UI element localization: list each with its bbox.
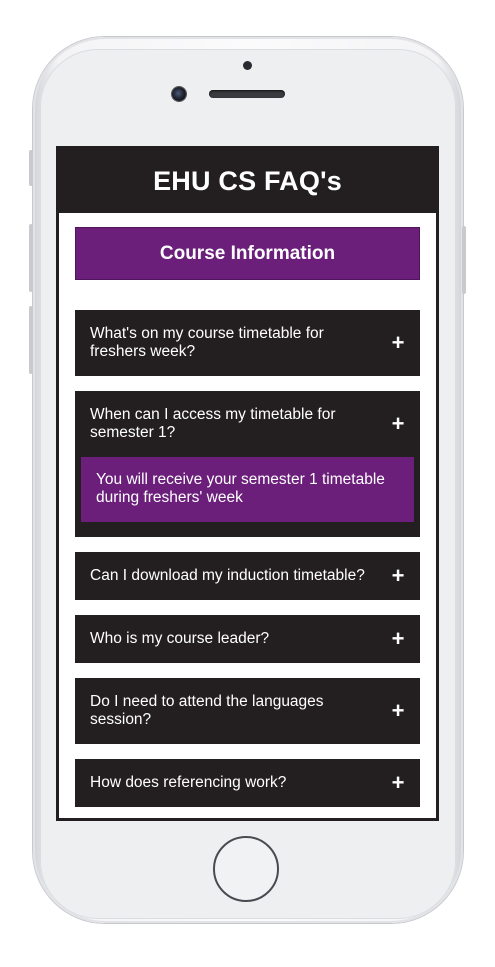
plus-icon[interactable]: + xyxy=(390,628,406,650)
volume-up-button xyxy=(29,224,33,292)
faq-item[interactable]: Can I download my induction timetable? + xyxy=(75,552,420,600)
mute-switch xyxy=(29,150,33,186)
faq-question-row[interactable]: Who is my course leader? + xyxy=(75,615,420,663)
proximity-sensor xyxy=(243,61,252,70)
app-header: EHU CS FAQ's xyxy=(59,149,436,213)
faq-item[interactable]: Do I need to attend the languages sessio… xyxy=(75,678,420,744)
app-screen: EHU CS FAQ's Course Information What's o… xyxy=(56,146,439,821)
volume-down-button xyxy=(29,306,33,374)
faq-list: What's on my course timetable for freshe… xyxy=(75,310,420,807)
faq-item[interactable]: What's on my course timetable for freshe… xyxy=(75,310,420,376)
plus-icon[interactable]: + xyxy=(390,700,406,722)
faq-question: Can I download my induction timetable? xyxy=(90,567,365,584)
front-camera-icon xyxy=(172,87,186,101)
faq-question-row[interactable]: When can I access my timetable for semes… xyxy=(75,391,420,457)
section-title: Course Information xyxy=(159,242,336,264)
faq-question-row[interactable]: Do I need to attend the languages sessio… xyxy=(75,678,420,744)
section-banner: Course Information xyxy=(75,227,420,280)
plus-icon[interactable]: + xyxy=(390,413,406,435)
faq-question-row[interactable]: What's on my course timetable for freshe… xyxy=(75,310,420,376)
home-button[interactable] xyxy=(213,836,279,902)
faq-question: How does referencing work? xyxy=(90,774,287,791)
faq-question-row[interactable]: How does referencing work? + xyxy=(75,759,420,807)
content-area: Course Information What's on my course t… xyxy=(59,213,436,807)
faq-question: Do I need to attend the languages sessio… xyxy=(90,693,324,728)
faq-question: What's on my course timetable for freshe… xyxy=(90,325,324,360)
faq-item[interactable]: How does referencing work? + xyxy=(75,759,420,807)
faq-answer: You will receive your semester 1 timetab… xyxy=(81,457,414,522)
faq-question: When can I access my timetable for semes… xyxy=(90,406,336,441)
faq-item-expanded[interactable]: When can I access my timetable for semes… xyxy=(75,391,420,537)
plus-icon[interactable]: + xyxy=(390,332,406,354)
faq-question-row[interactable]: Can I download my induction timetable? + xyxy=(75,552,420,600)
power-button xyxy=(462,226,466,294)
faq-question: Who is my course leader? xyxy=(90,630,270,647)
earpiece-speaker xyxy=(209,90,285,98)
plus-icon[interactable]: + xyxy=(390,565,406,587)
faq-item[interactable]: Who is my course leader? + xyxy=(75,615,420,663)
app-title: EHU CS FAQ's xyxy=(153,165,342,196)
plus-icon[interactable]: + xyxy=(390,772,406,794)
